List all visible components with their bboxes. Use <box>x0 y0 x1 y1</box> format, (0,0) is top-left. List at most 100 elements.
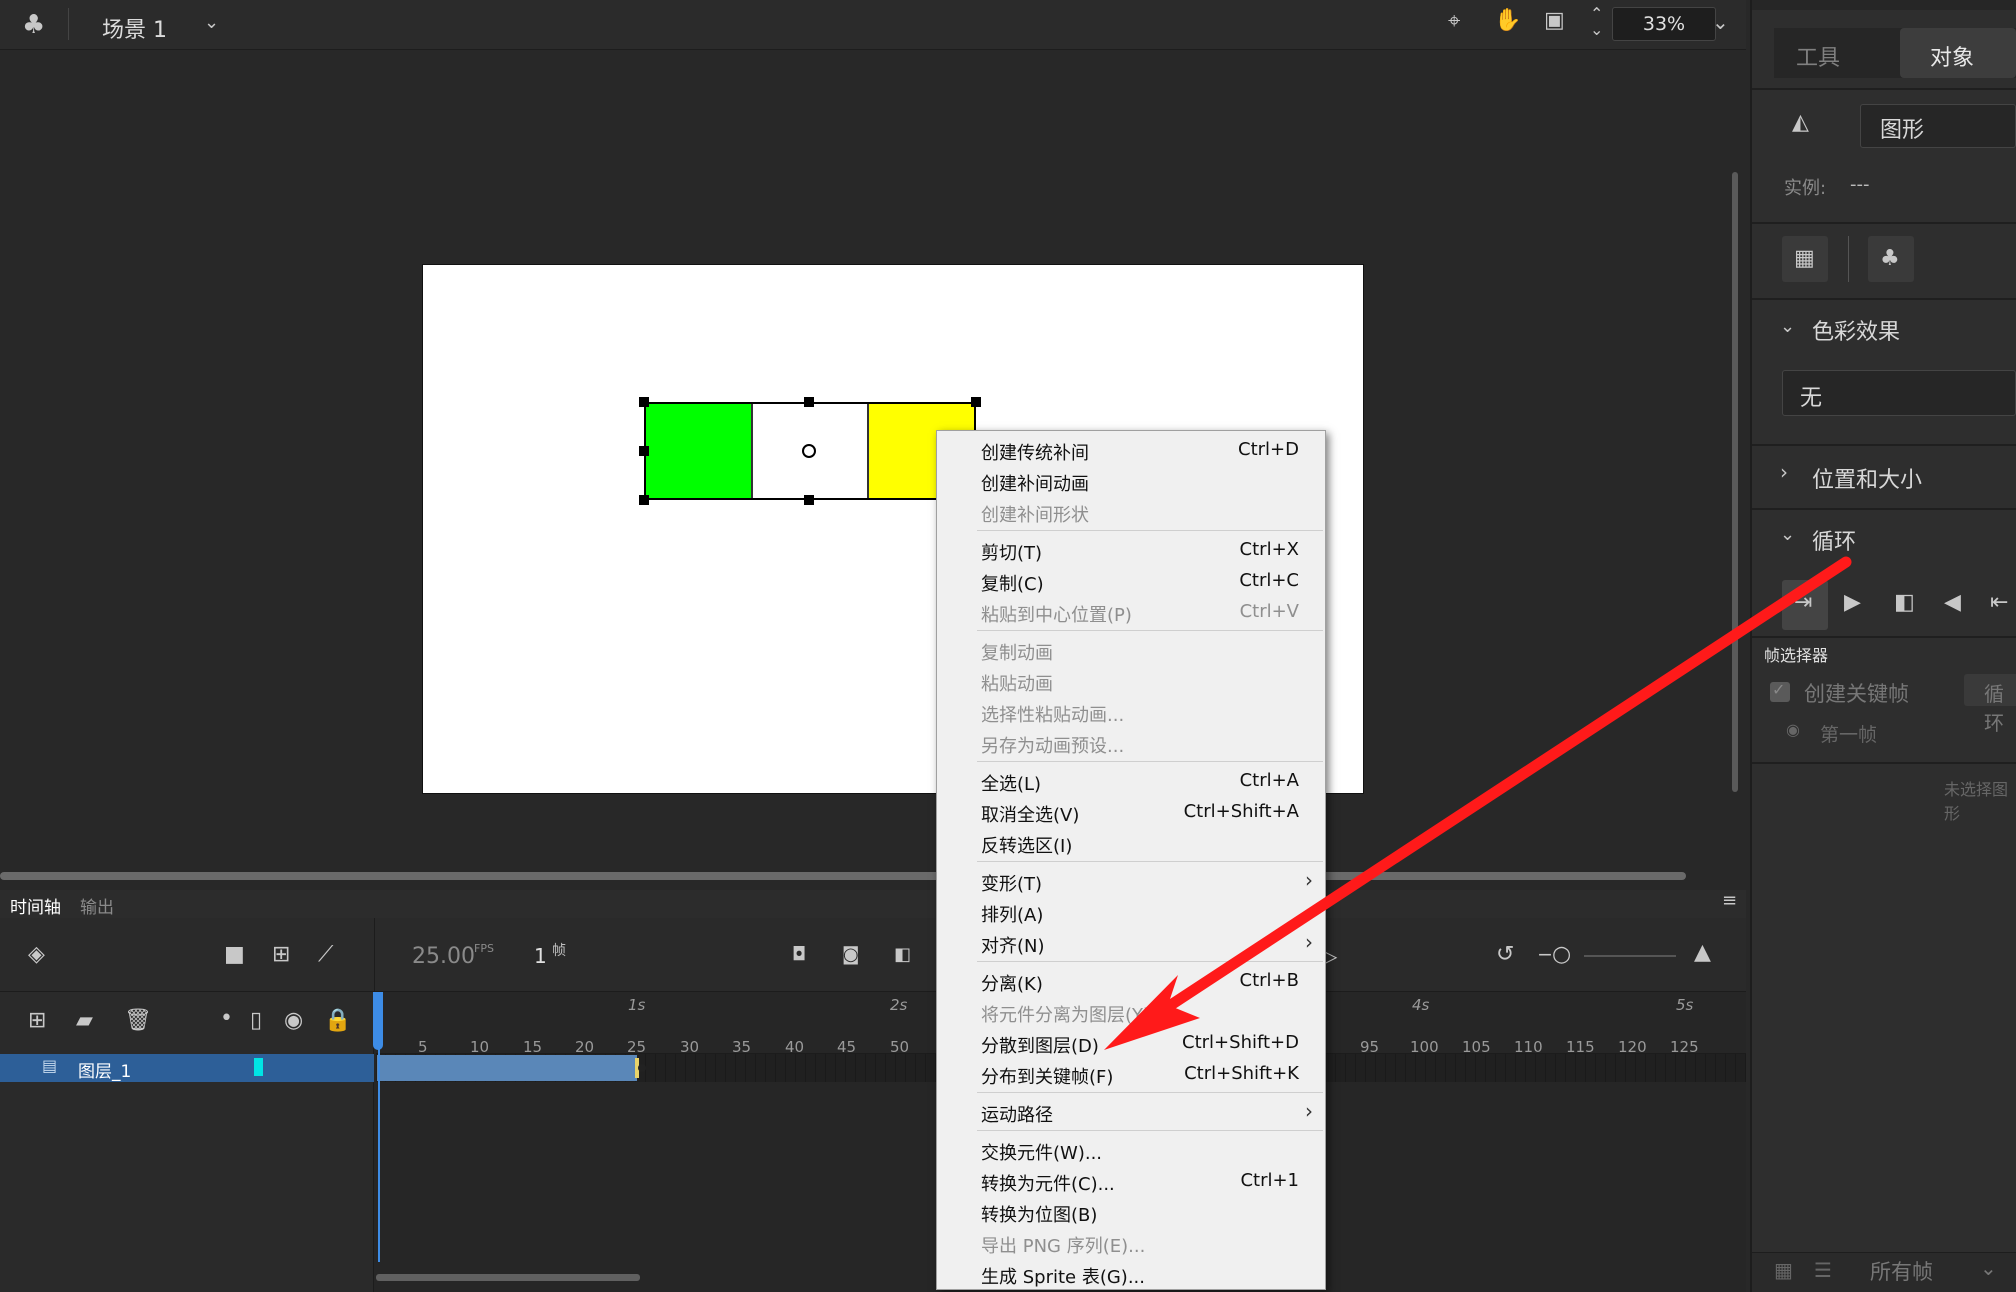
transform-handle[interactable] <box>639 397 649 407</box>
transform-point[interactable] <box>802 444 816 458</box>
menu-item[interactable]: 对齐(N) › <box>937 928 1325 959</box>
frame-span[interactable] <box>377 1055 637 1081</box>
add-layer-icon[interactable]: ⊞ <box>28 1010 46 1032</box>
menu-item-label: 转换为位图(B) <box>981 1205 1098 1226</box>
zoom-input[interactable]: 33% <box>1612 7 1716 41</box>
outline-icon[interactable]: ▯ <box>250 1010 262 1032</box>
divider <box>1752 444 2016 446</box>
center-stage-icon[interactable]: ⌖ <box>1448 11 1460 33</box>
divider <box>68 8 69 40</box>
menu-separator <box>977 530 1323 531</box>
menu-item[interactable]: 运动路径 › <box>937 1097 1325 1128</box>
panel-menu-icon[interactable]: ≡ <box>1722 892 1737 910</box>
chevron-down-icon[interactable]: ⌄ <box>1980 1256 1997 1280</box>
single-frame-icon[interactable]: ◧ <box>1894 592 1915 614</box>
timeline-horizontal-scrollbar[interactable] <box>376 1274 640 1281</box>
transform-handle[interactable] <box>639 446 649 456</box>
tab-tool[interactable]: 工具 <box>1796 40 1840 72</box>
layer-color-swatch[interactable] <box>254 1058 263 1076</box>
menu-item-shortcut: Ctrl+B <box>1239 970 1299 991</box>
fps-value[interactable]: 25.00 <box>412 944 475 969</box>
tab-timeline[interactable]: 时间轴 <box>10 893 61 918</box>
layers-icon[interactable]: ◈ <box>28 944 45 966</box>
menu-item[interactable]: 创建补间动画 <box>937 466 1325 497</box>
club-icon[interactable]: ♣ <box>22 12 45 38</box>
menu-item[interactable]: 转换为位图(B) <box>937 1197 1325 1228</box>
stage-horizontal-scrollbar[interactable] <box>0 872 1686 880</box>
menu-item[interactable]: 创建传统补间 Ctrl+D <box>937 435 1325 466</box>
chevron-down-icon[interactable]: ⌄ <box>1780 526 1795 544</box>
menu-item[interactable]: 取消全选(V) Ctrl+Shift+A <box>937 797 1325 828</box>
transform-handle[interactable] <box>639 495 649 505</box>
menu-item[interactable]: 剪切(T) Ctrl+X <box>937 535 1325 566</box>
menu-item[interactable]: 转换为元件(C)... Ctrl+1 <box>937 1166 1325 1197</box>
lock-icon[interactable]: 🔒 <box>324 1010 351 1032</box>
menu-item[interactable]: 反转选区(I) <box>937 828 1325 859</box>
menu-item-label: 创建补间形状 <box>981 505 1089 526</box>
instance-label: 实例: <box>1784 178 1827 199</box>
trash-icon[interactable]: 🗑 <box>124 1010 152 1032</box>
grid-view-icon[interactable]: ▦ <box>1774 1258 1793 1282</box>
menu-item[interactable]: 交换元件(W)... <box>937 1135 1325 1166</box>
menu-item[interactable]: 分散到图层(D) Ctrl+Shift+D <box>937 1028 1325 1059</box>
transform-handle[interactable] <box>804 397 814 407</box>
menu-item[interactable]: 分离(K) Ctrl+B <box>937 966 1325 997</box>
position-size-heading[interactable]: 位置和大小 <box>1812 462 1922 494</box>
layer-name[interactable]: 图层_1 <box>78 1057 131 1082</box>
divider <box>1752 762 2016 764</box>
hand-tool-icon[interactable]: ✋ <box>1494 10 1521 32</box>
play-once-icon[interactable]: ▶ <box>1844 592 1861 614</box>
zoom-dropdown-icon[interactable]: ⌄ <box>1712 12 1729 32</box>
menu-item-label: 剪切(T) <box>981 543 1043 564</box>
layer-depth-icon[interactable]: ⊞ <box>272 944 290 966</box>
play-once-reverse-icon[interactable]: ◀ <box>1944 592 1961 614</box>
stepper-icon[interactable]: ⌃ ⌄ <box>1590 6 1603 38</box>
keyframe-dot[interactable] <box>638 1064 646 1072</box>
second-marker: 5s <box>1676 996 1694 1014</box>
blank-keyframe-icon[interactable]: ◙ <box>842 946 859 964</box>
menu-item: 创建补间形状 <box>937 497 1325 528</box>
radio-icon[interactable]: ◉ <box>1786 720 1800 739</box>
menu-item[interactable]: 分布到关键帧(F) Ctrl+Shift+K <box>937 1059 1325 1090</box>
menu-item-label: 复制(C) <box>981 574 1044 595</box>
frame-icon[interactable]: ◧ <box>894 946 911 964</box>
menu-item: 将元件分离为图层(Y) <box>937 997 1325 1028</box>
second-marker: 1s <box>628 996 646 1014</box>
stage-vertical-scrollbar[interactable] <box>1732 172 1738 792</box>
loop-reverse-icon[interactable]: ⇤ <box>1990 592 2008 614</box>
menu-item[interactable]: 全选(L) Ctrl+A <box>937 766 1325 797</box>
zoom-slider-icon[interactable]: ‒○ <box>1538 944 1571 966</box>
current-frame[interactable]: 1 <box>534 944 547 968</box>
divider <box>1752 88 2016 90</box>
menu-item[interactable]: 变形(T) › <box>937 866 1325 897</box>
mountain-icon[interactable]: ▲ <box>1694 942 1711 964</box>
menu-item[interactable]: 排列(A) <box>937 897 1325 928</box>
loop-heading[interactable]: 循环 <box>1812 524 1856 556</box>
playhead-handle[interactable] <box>373 992 383 1050</box>
chevron-down-icon[interactable]: ⌄ <box>1780 318 1795 336</box>
tab-object[interactable]: 对象 <box>1930 40 1974 72</box>
first-frame-label: 第一帧 <box>1820 724 1878 746</box>
chevron-down-icon[interactable]: ⌄ <box>204 14 219 32</box>
camera-icon[interactable]: ■ <box>224 944 245 966</box>
loop-icon[interactable]: ↺ <box>1496 944 1514 966</box>
zoom-slider-track[interactable] <box>1584 955 1676 957</box>
keyframe-icon[interactable]: ◘ <box>792 946 806 964</box>
all-frames-label[interactable]: 所有帧 <box>1870 1256 1933 1286</box>
dot-icon[interactable]: • <box>220 1008 233 1030</box>
transform-handle[interactable] <box>971 397 981 407</box>
swap-symbol-icon: ♣ <box>1880 246 1900 271</box>
chevron-right-icon[interactable]: › <box>1780 462 1788 482</box>
transform-handle[interactable] <box>804 495 814 505</box>
eye-hidden-icon[interactable]: ◉ <box>284 1010 303 1032</box>
tab-output[interactable]: 输出 <box>80 893 114 918</box>
clip-stage-icon[interactable]: ▣ <box>1544 10 1565 32</box>
menu-item[interactable]: 生成 Sprite 表(G)... <box>937 1259 1325 1290</box>
color-effect-heading[interactable]: 色彩效果 <box>1812 314 1900 346</box>
scene-label[interactable]: 场景 1 <box>102 12 167 44</box>
menu-item[interactable]: 复制(C) Ctrl+C <box>937 566 1325 597</box>
graph-icon[interactable]: ⟋ <box>318 944 333 966</box>
list-view-icon[interactable]: ☰ <box>1814 1258 1832 1282</box>
create-keyframe-label: 创建关键帧 <box>1804 682 1909 706</box>
folder-icon[interactable]: ▰ <box>76 1010 93 1032</box>
